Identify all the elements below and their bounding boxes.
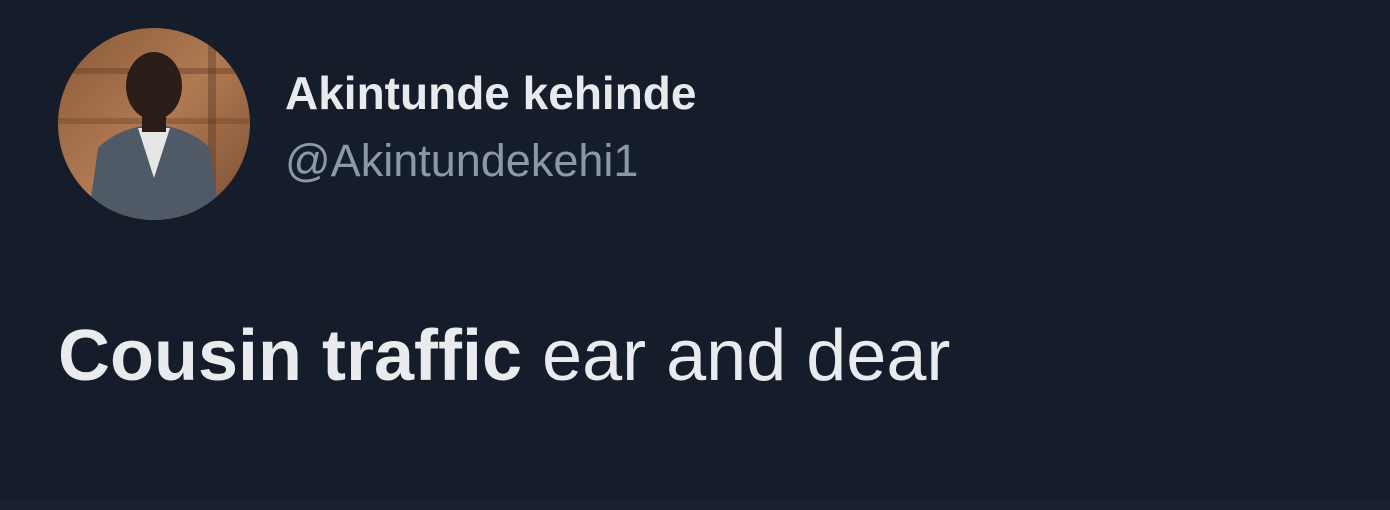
tweet-text-bold: Cousin traffic bbox=[58, 316, 523, 396]
tweet-card: Akintunde kehinde @Akintundekehi1 Cousin… bbox=[0, 0, 1390, 510]
display-name[interactable]: Akintunde kehinde bbox=[285, 66, 696, 120]
tweet-text: Cousin traffic ear and dear bbox=[58, 315, 950, 397]
tweet-text-regular: ear and dear bbox=[542, 316, 951, 396]
user-handle[interactable]: @Akintundekehi1 bbox=[285, 135, 638, 187]
avatar-photo bbox=[58, 28, 250, 220]
bottom-edge bbox=[0, 496, 1390, 510]
avatar[interactable] bbox=[58, 28, 250, 220]
